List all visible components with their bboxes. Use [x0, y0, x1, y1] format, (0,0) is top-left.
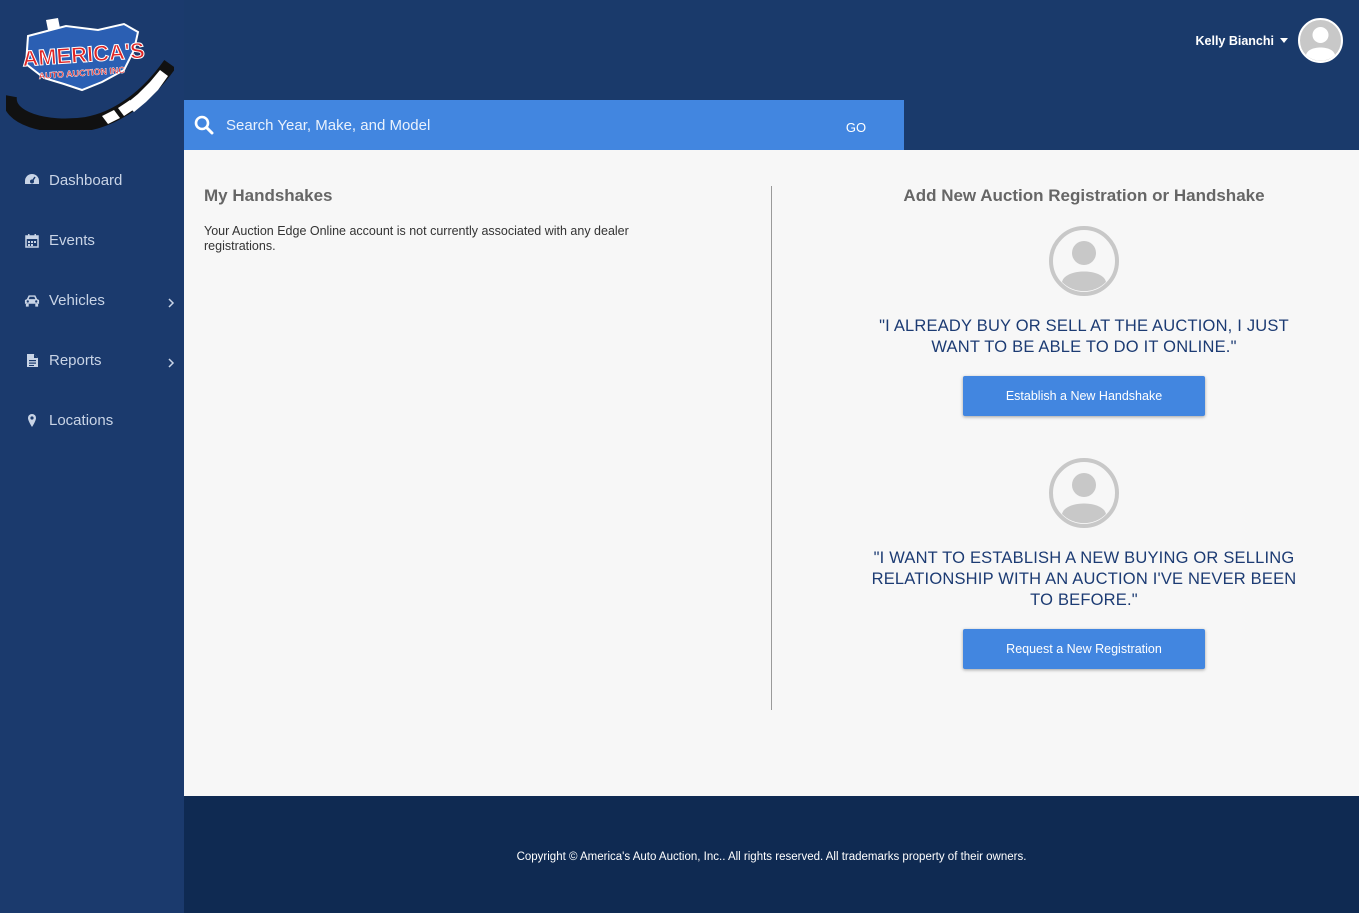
copyright-text: Copyright © America's Auto Auction, Inc.… — [516, 851, 1027, 863]
dashboard-icon — [24, 172, 40, 188]
add-registration-title: Add New Auction Registration or Handshak… — [903, 186, 1265, 205]
search-input[interactable] — [226, 113, 786, 137]
sidebar-item-label: Dashboard — [49, 171, 123, 189]
brand-logo[interactable]: AMERICA'S AUTO AUCTION INC — [2, 18, 176, 133]
sidebar-item-locations[interactable]: Locations — [0, 390, 184, 450]
sidebar-item-events[interactable]: Events — [0, 210, 184, 270]
search-icon — [194, 115, 214, 135]
sidebar-item-dashboard[interactable]: Dashboard — [0, 150, 184, 210]
user-placeholder-icon — [1049, 226, 1119, 296]
user-menu[interactable]: Kelly Bianchi — [1195, 18, 1343, 63]
column-divider — [771, 186, 772, 710]
car-icon — [24, 292, 40, 308]
request-registration-button[interactable]: Request a New Registration — [963, 629, 1205, 669]
sidebar-nav: Dashboard Events Vehicles Reports Locati… — [0, 150, 184, 450]
sidebar-item-label: Events — [49, 231, 95, 249]
my-handshakes-title: My Handshakes — [204, 186, 333, 205]
chevron-right-icon — [167, 355, 175, 368]
no-registrations-message: Your Auction Edge Online account is not … — [204, 224, 629, 253]
sidebar-item-vehicles[interactable]: Vehicles — [0, 270, 184, 330]
sidebar-item-label: Vehicles — [49, 291, 105, 309]
main-content: My Handshakes Your Auction Edge Online a… — [184, 150, 1359, 796]
registration-quote: "I WANT TO ESTABLISH A NEW BUYING OR SEL… — [871, 549, 1297, 609]
logo-graphic: AMERICA'S AUTO AUCTION INC — [2, 18, 176, 133]
map-pin-icon — [24, 412, 40, 428]
search-bar: GO — [184, 100, 904, 150]
sidebar-item-reports[interactable]: Reports — [0, 330, 184, 390]
user-placeholder-icon — [1049, 458, 1119, 528]
avatar[interactable] — [1298, 18, 1343, 63]
chevron-right-icon — [167, 295, 175, 308]
calendar-icon — [24, 232, 40, 248]
footer: Copyright © America's Auto Auction, Inc.… — [184, 796, 1359, 913]
document-icon — [24, 352, 40, 368]
sidebar-item-label: Locations — [49, 411, 114, 429]
sidebar: AMERICA'S AUTO AUCTION INC Dashboard Eve… — [0, 0, 184, 913]
sidebar-item-label: Reports — [49, 351, 102, 369]
user-name: Kelly Bianchi — [1195, 33, 1275, 48]
handshake-quote: "I ALREADY BUY OR SELL AT THE AUCTION, I… — [879, 317, 1289, 356]
my-handshakes-panel: My Handshakes Your Auction Edge Online a… — [204, 186, 664, 254]
add-registration-panel: Add New Auction Registration or Handshak… — [864, 186, 1304, 669]
establish-handshake-button[interactable]: Establish a New Handshake — [963, 376, 1205, 416]
caret-down-icon — [1280, 38, 1288, 43]
go-button[interactable]: GO — [836, 117, 876, 137]
